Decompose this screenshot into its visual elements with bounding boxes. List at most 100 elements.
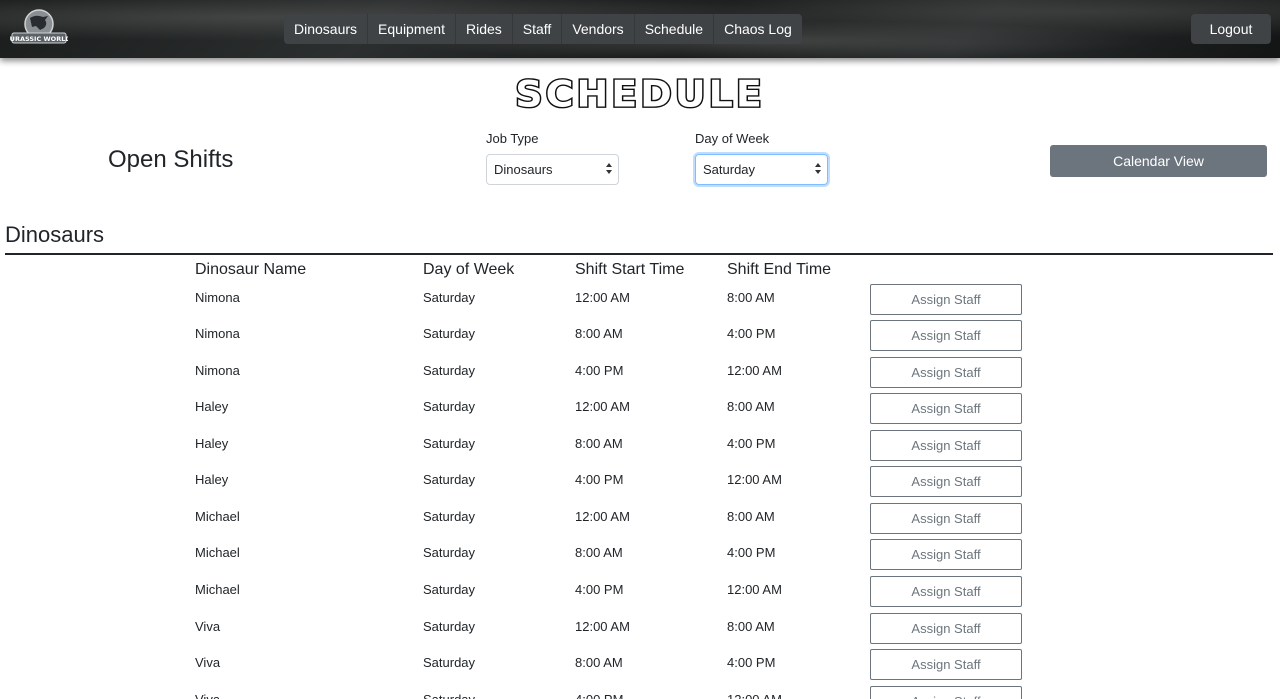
dinosaur-name-cell: Viva: [195, 692, 220, 699]
shift-end-cell: 12:00 AM: [727, 472, 782, 487]
open-shifts-heading: Open Shifts: [108, 146, 234, 173]
select-arrows-icon: [605, 162, 613, 176]
dinosaur-name-cell: Nimona: [195, 326, 240, 341]
assign-staff-button[interactable]: Assign Staff: [870, 466, 1022, 497]
table-row: Michael Saturday 12:00 AM 8:00 AM Assign Sta…: [0, 503, 1280, 546]
nav-dinosaurs[interactable]: Dinosaurs: [284, 14, 369, 44]
logout-button[interactable]: Logout: [1191, 14, 1271, 44]
column-header-day-of-week: Day of Week: [423, 261, 515, 278]
day-of-week-select[interactable]: Saturday: [695, 154, 828, 185]
day-cell: Saturday: [423, 509, 476, 524]
nav-schedule[interactable]: Schedule: [634, 14, 715, 44]
assign-staff-button[interactable]: Assign Staff: [870, 503, 1022, 534]
day-cell: Saturday: [423, 655, 476, 670]
shift-start-cell: 12:00 AM: [575, 619, 630, 634]
shift-end-cell: 8:00 AM: [727, 399, 775, 414]
shift-end-cell: 12:00 AM: [727, 582, 782, 597]
nav-vendors[interactable]: Vendors: [562, 14, 635, 44]
dinosaur-name-cell: Michael: [195, 545, 240, 560]
day-cell: Saturday: [423, 290, 476, 305]
table-row: Nimona Saturday 12:00 AM 8:00 AM Assign Staf…: [0, 284, 1280, 327]
nav-staff[interactable]: Staff: [512, 14, 563, 44]
assign-staff-button[interactable]: Assign Staff: [870, 430, 1022, 461]
table-row: Viva Saturday 4:00 PM 12:00 AM Assign Staff: [0, 686, 1280, 699]
section-divider: [5, 253, 1273, 255]
shift-end-cell: 8:00 AM: [727, 619, 775, 634]
dinosaur-name-cell: Nimona: [195, 363, 240, 378]
shift-end-cell: 8:00 AM: [727, 509, 775, 524]
assign-staff-button[interactable]: Assign Staff: [870, 539, 1022, 570]
shift-end-cell: 4:00 PM: [727, 545, 776, 560]
nav-equipment[interactable]: Equipment: [368, 14, 456, 44]
table-row: Michael Saturday 4:00 PM 12:00 AM Assign Sta…: [0, 576, 1280, 619]
calendar-view-button[interactable]: Calendar View: [1050, 145, 1267, 177]
table-row: Viva Saturday 12:00 AM 8:00 AM Assign Staff: [0, 613, 1280, 656]
section-title: Dinosaurs: [5, 222, 105, 247]
assign-staff-button[interactable]: Assign Staff: [870, 393, 1022, 424]
dinosaur-name-cell: Viva: [195, 619, 221, 634]
column-header-shift-start: Shift Start Time: [575, 261, 685, 278]
day-cell: Saturday: [423, 692, 475, 699]
shift-start-cell: 8:00 AM: [575, 655, 623, 670]
assign-staff-button[interactable]: Assign Staff: [870, 576, 1022, 607]
table-row: Haley Saturday 12:00 AM 8:00 AM Assign Staff: [0, 393, 1280, 436]
shift-start-cell: 4:00 PM: [575, 692, 623, 699]
job-type-select[interactable]: Dinosaurs: [486, 154, 619, 185]
shift-start-cell: 8:00 AM: [575, 436, 623, 451]
table-row: Haley Saturday 8:00 AM 4:00 PM Assign Staff: [0, 430, 1280, 473]
shift-end-cell: 4:00 PM: [727, 326, 776, 341]
day-cell: Saturday: [423, 545, 476, 560]
job-type-value: Dinosaurs: [494, 162, 553, 177]
nav-chaos-log[interactable]: Chaos Log: [714, 14, 802, 44]
shift-end-cell: 4:00 PM: [727, 655, 776, 670]
shift-end-cell: 4:00 PM: [727, 436, 776, 451]
nav-rides[interactable]: Rides: [455, 14, 513, 44]
table-row: Nimona Saturday 8:00 AM 4:00 PM Assign Staff: [0, 320, 1280, 363]
dinosaur-name-cell: Viva: [195, 655, 221, 670]
table-row: Viva Saturday 8:00 AM 4:00 PM Assign Staff: [0, 649, 1280, 692]
shift-end-cell: 12:00 AM: [727, 363, 782, 378]
day-cell: Saturday: [423, 619, 476, 634]
shift-start-cell: 4:00 PM: [575, 472, 624, 487]
main-nav: Dinosaurs Equipment Rides Staff Vendors …: [284, 14, 802, 44]
day-cell: Saturday: [423, 399, 476, 414]
assign-staff-button[interactable]: Assign Staff: [870, 284, 1022, 315]
shift-start-cell: 12:00 AM: [575, 399, 630, 414]
shift-end-cell: 12:00 AM: [727, 692, 782, 699]
logo-lettering: JURASSIC WORLD: [10, 35, 68, 43]
select-arrows-icon: [814, 162, 822, 176]
dinosaur-name-cell: Michael: [195, 582, 240, 597]
dinosaur-name-cell: Nimona: [195, 290, 240, 305]
top-navbar: JURASSIC WORLD Dinosaurs Equipment Rides…: [0, 0, 1280, 58]
day-cell: Saturday: [423, 436, 476, 451]
table-row: Michael Saturday 8:00 AM 4:00 PM Assign Staf…: [0, 539, 1280, 582]
assign-staff-button[interactable]: Assign Staff: [870, 357, 1022, 388]
day-cell: Saturday: [423, 582, 476, 597]
shift-start-cell: 8:00 AM: [575, 326, 623, 341]
assign-staff-button[interactable]: Assign Staff: [870, 686, 1022, 699]
column-header-shift-end: Shift End Time: [727, 261, 832, 278]
table-row: Haley Saturday 4:00 PM 12:00 AM Assign Staff: [0, 466, 1280, 509]
dinosaur-name-cell: Haley: [195, 399, 229, 414]
shift-start-cell: 12:00 AM: [575, 509, 630, 524]
assign-staff-button[interactable]: Assign Staff: [870, 320, 1022, 351]
shift-end-cell: 8:00 AM: [727, 290, 775, 305]
assign-staff-button[interactable]: Assign Staff: [870, 649, 1022, 680]
day-of-week-value: Saturday: [703, 162, 756, 177]
jurassic-world-logo[interactable]: JURASSIC WORLD: [6, 8, 71, 48]
shift-start-cell: 4:00 PM: [575, 582, 624, 597]
column-header-dinosaur-name: Dinosaur Name: [195, 261, 307, 278]
shift-start-cell: 4:00 PM: [575, 363, 624, 378]
page-title: SCHEDULE: [514, 72, 765, 117]
table-row: Nimona Saturday 4:00 PM 12:00 AM Assign Staf…: [0, 357, 1280, 400]
job-type-label: Job Type: [486, 131, 539, 146]
day-cell: Saturday: [423, 363, 476, 378]
day-of-week-label: Day of Week: [695, 131, 770, 146]
shift-start-cell: 8:00 AM: [575, 545, 623, 560]
day-cell: Saturday: [423, 472, 476, 487]
day-cell: Saturday: [423, 326, 476, 341]
shift-start-cell: 12:00 AM: [575, 290, 630, 305]
dinosaur-name-cell: Haley: [195, 436, 229, 451]
assign-staff-button[interactable]: Assign Staff: [870, 613, 1022, 644]
dinosaur-name-cell: Michael: [195, 509, 240, 524]
